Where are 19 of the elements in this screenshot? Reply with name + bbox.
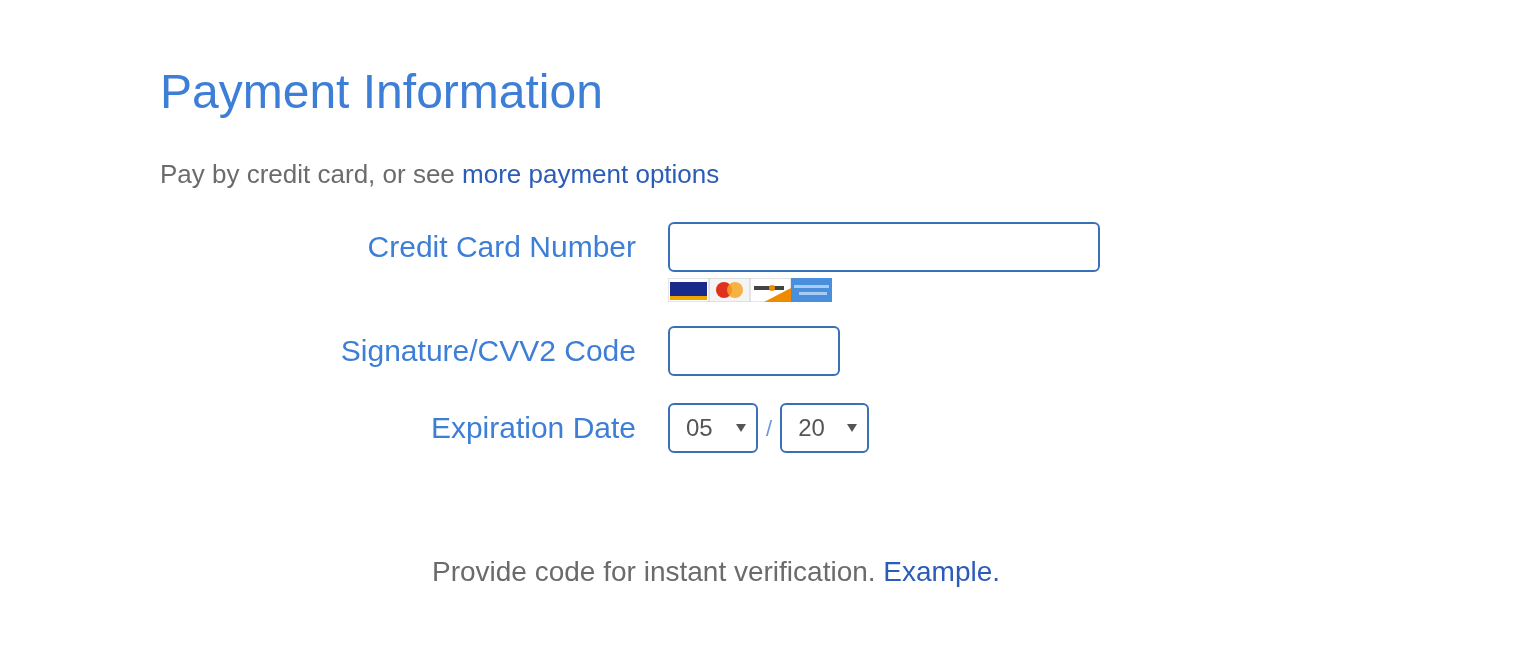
date-separator: / (766, 414, 773, 443)
field-label: Credit Card Number (366, 229, 636, 265)
intro-text: Pay by credit card, or see more payment options (160, 158, 721, 191)
card-number-field[interactable] (668, 222, 1100, 272)
year-select[interactable]: 20 (780, 403, 870, 453)
card-logo-icon (709, 278, 750, 302)
example-link[interactable]: Example. (883, 556, 1001, 587)
field-label: Signature/CVV2 Code (339, 333, 636, 369)
card-logo-icon (750, 278, 791, 302)
field-label: Expiration Date (429, 410, 636, 446)
card-logo-icon (791, 278, 832, 302)
verification-text: Provide code for instant verification. Example. (432, 555, 1001, 589)
card-logo-icon (668, 278, 709, 302)
dropdown-caret-icon (847, 424, 858, 432)
dropdown-caret-icon (736, 424, 746, 432)
month-select[interactable]: 05 (668, 403, 758, 453)
payment-options-link[interactable]: more payment options (462, 159, 720, 189)
cvv-field[interactable] (668, 326, 840, 376)
page-title: Payment Information (160, 64, 604, 120)
